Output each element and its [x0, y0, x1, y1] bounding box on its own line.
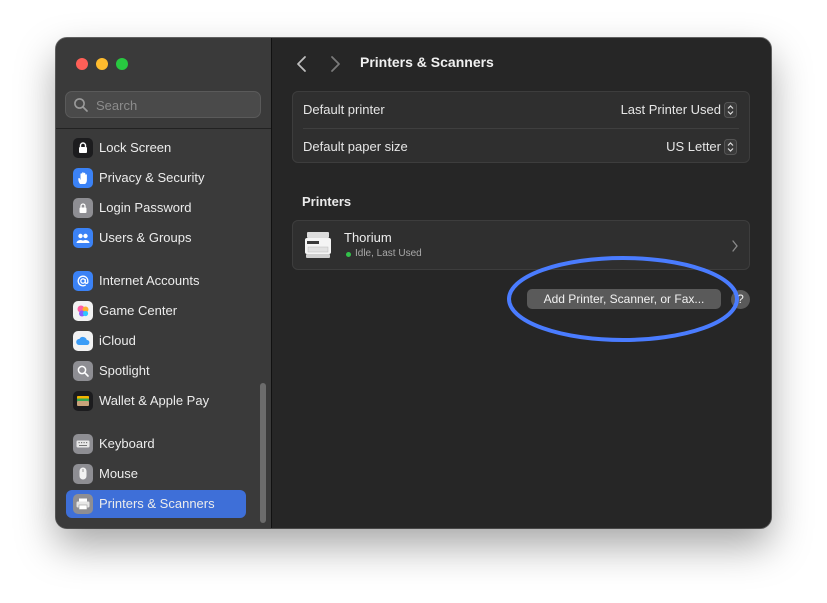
minimize-window-button[interactable] [96, 58, 108, 70]
sidebar-item-users-groups[interactable]: Users & Groups [66, 224, 246, 252]
zoom-window-button[interactable] [116, 58, 128, 70]
sidebar-item-label: Login Password [99, 200, 192, 215]
magnifier-icon [73, 361, 93, 381]
forward-chevron-icon[interactable] [327, 54, 343, 74]
printers-section-title: Printers [302, 194, 352, 209]
sidebar-scrollbar[interactable] [260, 383, 266, 523]
hand-icon [73, 168, 93, 188]
default-printer-label: Default printer [303, 102, 385, 117]
game-center-icon [73, 301, 93, 321]
sidebar-item-label: Internet Accounts [99, 273, 200, 288]
sidebar-item-wallet-apple-pay[interactable]: Wallet & Apple Pay [66, 387, 246, 415]
paper-size-popup[interactable]: US Letter [666, 139, 721, 154]
sidebar-item-label: Printers & Scanners [99, 496, 215, 511]
padlock-icon [73, 198, 93, 218]
at-sign-icon [73, 271, 93, 291]
settings-window: Lock Screen Privacy & Security Login Pas… [56, 38, 771, 528]
users-icon [73, 228, 93, 248]
sidebar-item-label: Keyboard [99, 436, 155, 451]
lock-icon [73, 138, 93, 158]
help-button[interactable]: ? [731, 290, 750, 309]
paper-size-label: Default paper size [303, 139, 408, 154]
search-icon [74, 98, 88, 112]
close-window-button[interactable] [76, 58, 88, 70]
default-printer-popup[interactable]: Last Printer Used [621, 102, 721, 117]
sidebar-item-label: Lock Screen [99, 140, 172, 155]
mouse-icon [73, 464, 93, 484]
printer-row[interactable]: Thorium Idle, Last Used [292, 220, 750, 270]
sidebar-item-spotlight[interactable]: Spotlight [66, 357, 246, 385]
sidebar-item-label: Wallet & Apple Pay [99, 393, 210, 408]
sidebar-item-label: Users & Groups [99, 230, 192, 245]
main-pane: Printers & Scanners Default printer Last… [272, 38, 771, 528]
sidebar-item-login-password[interactable]: Login Password [66, 194, 246, 222]
sidebar-item-printers-scanners[interactable]: Printers & Scanners [66, 490, 246, 518]
sidebar-item-label: Mouse [99, 466, 139, 481]
back-chevron-icon[interactable] [294, 54, 310, 74]
sidebar-divider [56, 128, 271, 129]
search-field[interactable] [65, 91, 261, 119]
sidebar-item-label: Spotlight [99, 363, 150, 378]
sidebar: Lock Screen Privacy & Security Login Pas… [56, 38, 272, 528]
row-divider [303, 128, 739, 129]
sidebar-item-lock-screen[interactable]: Lock Screen [66, 134, 246, 162]
sidebar-item-privacy-security[interactable]: Privacy & Security [66, 164, 246, 192]
add-printer-button[interactable]: Add Printer, Scanner, or Fax... [527, 289, 721, 309]
cloud-icon [73, 331, 93, 351]
printer-device-icon [305, 232, 331, 258]
search-input[interactable] [94, 92, 258, 119]
wallet-icon [73, 391, 93, 411]
defaults-group: Default printer Last Printer Used Defaul… [292, 91, 750, 163]
sidebar-item-label: iCloud [99, 333, 136, 348]
popup-stepper-icon[interactable] [724, 102, 737, 118]
sidebar-item-game-center[interactable]: Game Center [66, 297, 246, 325]
printer-status: Idle, Last Used [355, 248, 422, 259]
sidebar-item-mouse[interactable]: Mouse [66, 460, 246, 488]
status-dot-icon [346, 252, 351, 257]
printer-name: Thorium [344, 230, 392, 245]
keyboard-icon [73, 434, 93, 454]
chevron-right-icon [732, 240, 738, 252]
sidebar-item-label: Privacy & Security [99, 170, 205, 185]
sidebar-item-label: Game Center [99, 303, 178, 318]
sidebar-item-keyboard[interactable]: Keyboard [66, 430, 246, 458]
sidebar-item-icloud[interactable]: iCloud [66, 327, 246, 355]
printer-icon [73, 494, 93, 514]
page-title: Printers & Scanners [360, 54, 494, 70]
sidebar-item-internet-accounts[interactable]: Internet Accounts [66, 267, 246, 295]
popup-stepper-icon[interactable] [724, 139, 737, 155]
